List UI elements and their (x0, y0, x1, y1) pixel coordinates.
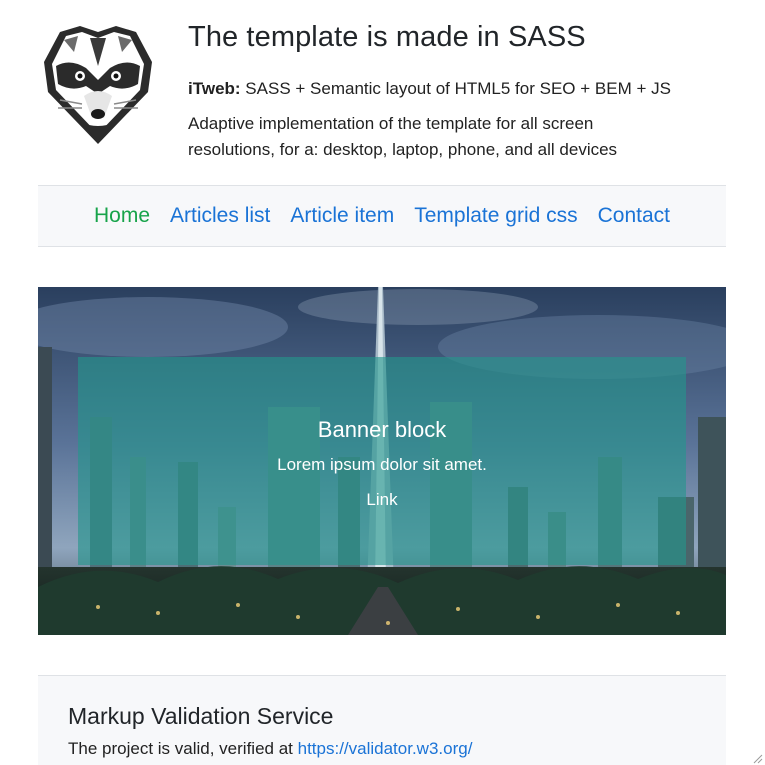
nav-item-home[interactable]: Home (94, 203, 150, 229)
validation-title: Markup Validation Service (68, 703, 334, 729)
banner-overlay: Banner block Lorem ipsum dolor sit amet.… (78, 357, 686, 565)
validator-link[interactable]: https://validator.w3.org/ (298, 739, 473, 758)
site-title: The template is made in SASS (188, 21, 586, 53)
nav-item-template-grid-css[interactable]: Template grid css (414, 203, 577, 229)
resize-handle-icon[interactable] (751, 751, 763, 764)
validation-text-prefix: The project is valid, verified at (68, 739, 298, 758)
site-description: Adaptive implementation of the template … (188, 114, 618, 159)
validation-block: Markup Validation Service The project is… (38, 675, 726, 765)
main-nav: Home Articles list Article item Template… (38, 185, 726, 247)
header-text: The template is made in SASS iTweb: SASS… (188, 18, 728, 163)
tagline: iTweb: SASS + Semantic layout of HTML5 f… (188, 78, 728, 100)
banner-link[interactable]: Link (366, 489, 397, 511)
banner-text: Lorem ipsum dolor sit amet. (277, 454, 487, 474)
page: The template is made in SASS iTweb: SASS… (0, 0, 765, 765)
validation-text: The project is valid, verified at https:… (68, 738, 696, 760)
site-header: The template is made in SASS iTweb: SASS… (0, 0, 765, 185)
nav-item-contact[interactable]: Contact (598, 203, 670, 229)
nav-item-articles-list[interactable]: Articles list (170, 203, 270, 229)
tagline-brand: iTweb: (188, 79, 241, 98)
nav-item-article-item[interactable]: Article item (290, 203, 394, 229)
tagline-text: SASS + Semantic layout of HTML5 for SEO … (240, 79, 671, 98)
raccoon-logo-icon[interactable] (40, 22, 156, 146)
banner-block: Banner block Lorem ipsum dolor sit amet.… (38, 287, 726, 635)
banner-title: Banner block (317, 416, 447, 442)
